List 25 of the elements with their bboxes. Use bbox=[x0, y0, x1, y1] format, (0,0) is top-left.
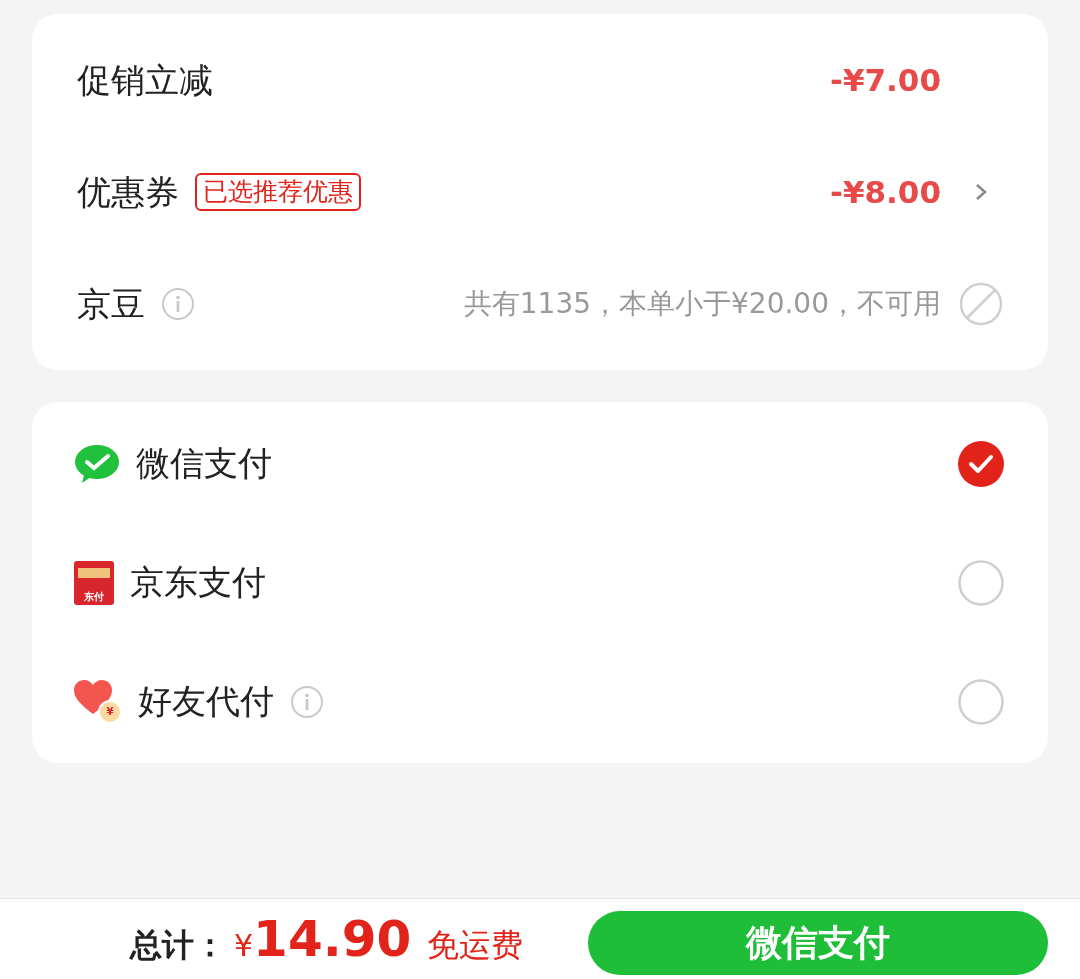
radio-button[interactable] bbox=[958, 678, 1004, 725]
payment-option[interactable]: ¥ 好友代付 bbox=[74, 642, 1004, 761]
row-value: -¥7.00 bbox=[830, 60, 941, 100]
total-label: 总计： bbox=[130, 925, 226, 966]
row-value: -¥8.00 bbox=[830, 172, 941, 212]
row-label: 促销立减 bbox=[77, 58, 213, 102]
payment-name: 好友代付 bbox=[138, 680, 274, 723]
payment-name: 京东支付 bbox=[130, 561, 266, 604]
payment-name: 微信支付 bbox=[136, 442, 272, 485]
tag: 已选推荐优惠 bbox=[195, 173, 361, 211]
radio-button[interactable] bbox=[958, 559, 1004, 606]
payment-option[interactable]: 微信支付 bbox=[74, 404, 1004, 523]
currency-sign: ¥ bbox=[234, 927, 254, 965]
row-label: 优惠券 bbox=[77, 170, 179, 214]
info-icon[interactable] bbox=[290, 684, 324, 719]
payment-option[interactable]: 东付 京东支付 bbox=[74, 523, 1004, 642]
shipping-note: 免运费 bbox=[427, 925, 524, 966]
card-icon: 东付 bbox=[74, 560, 114, 605]
unavailable-icon bbox=[959, 282, 1003, 326]
chat-bubble-icon bbox=[74, 443, 120, 484]
row-value: 共有1135，本单小于¥20.00，不可用 bbox=[463, 286, 941, 322]
row-label: 京豆 bbox=[77, 282, 145, 326]
info-icon[interactable] bbox=[161, 287, 195, 321]
total-amount: 14.90 bbox=[253, 911, 412, 967]
checked-radio[interactable] bbox=[958, 440, 1004, 487]
